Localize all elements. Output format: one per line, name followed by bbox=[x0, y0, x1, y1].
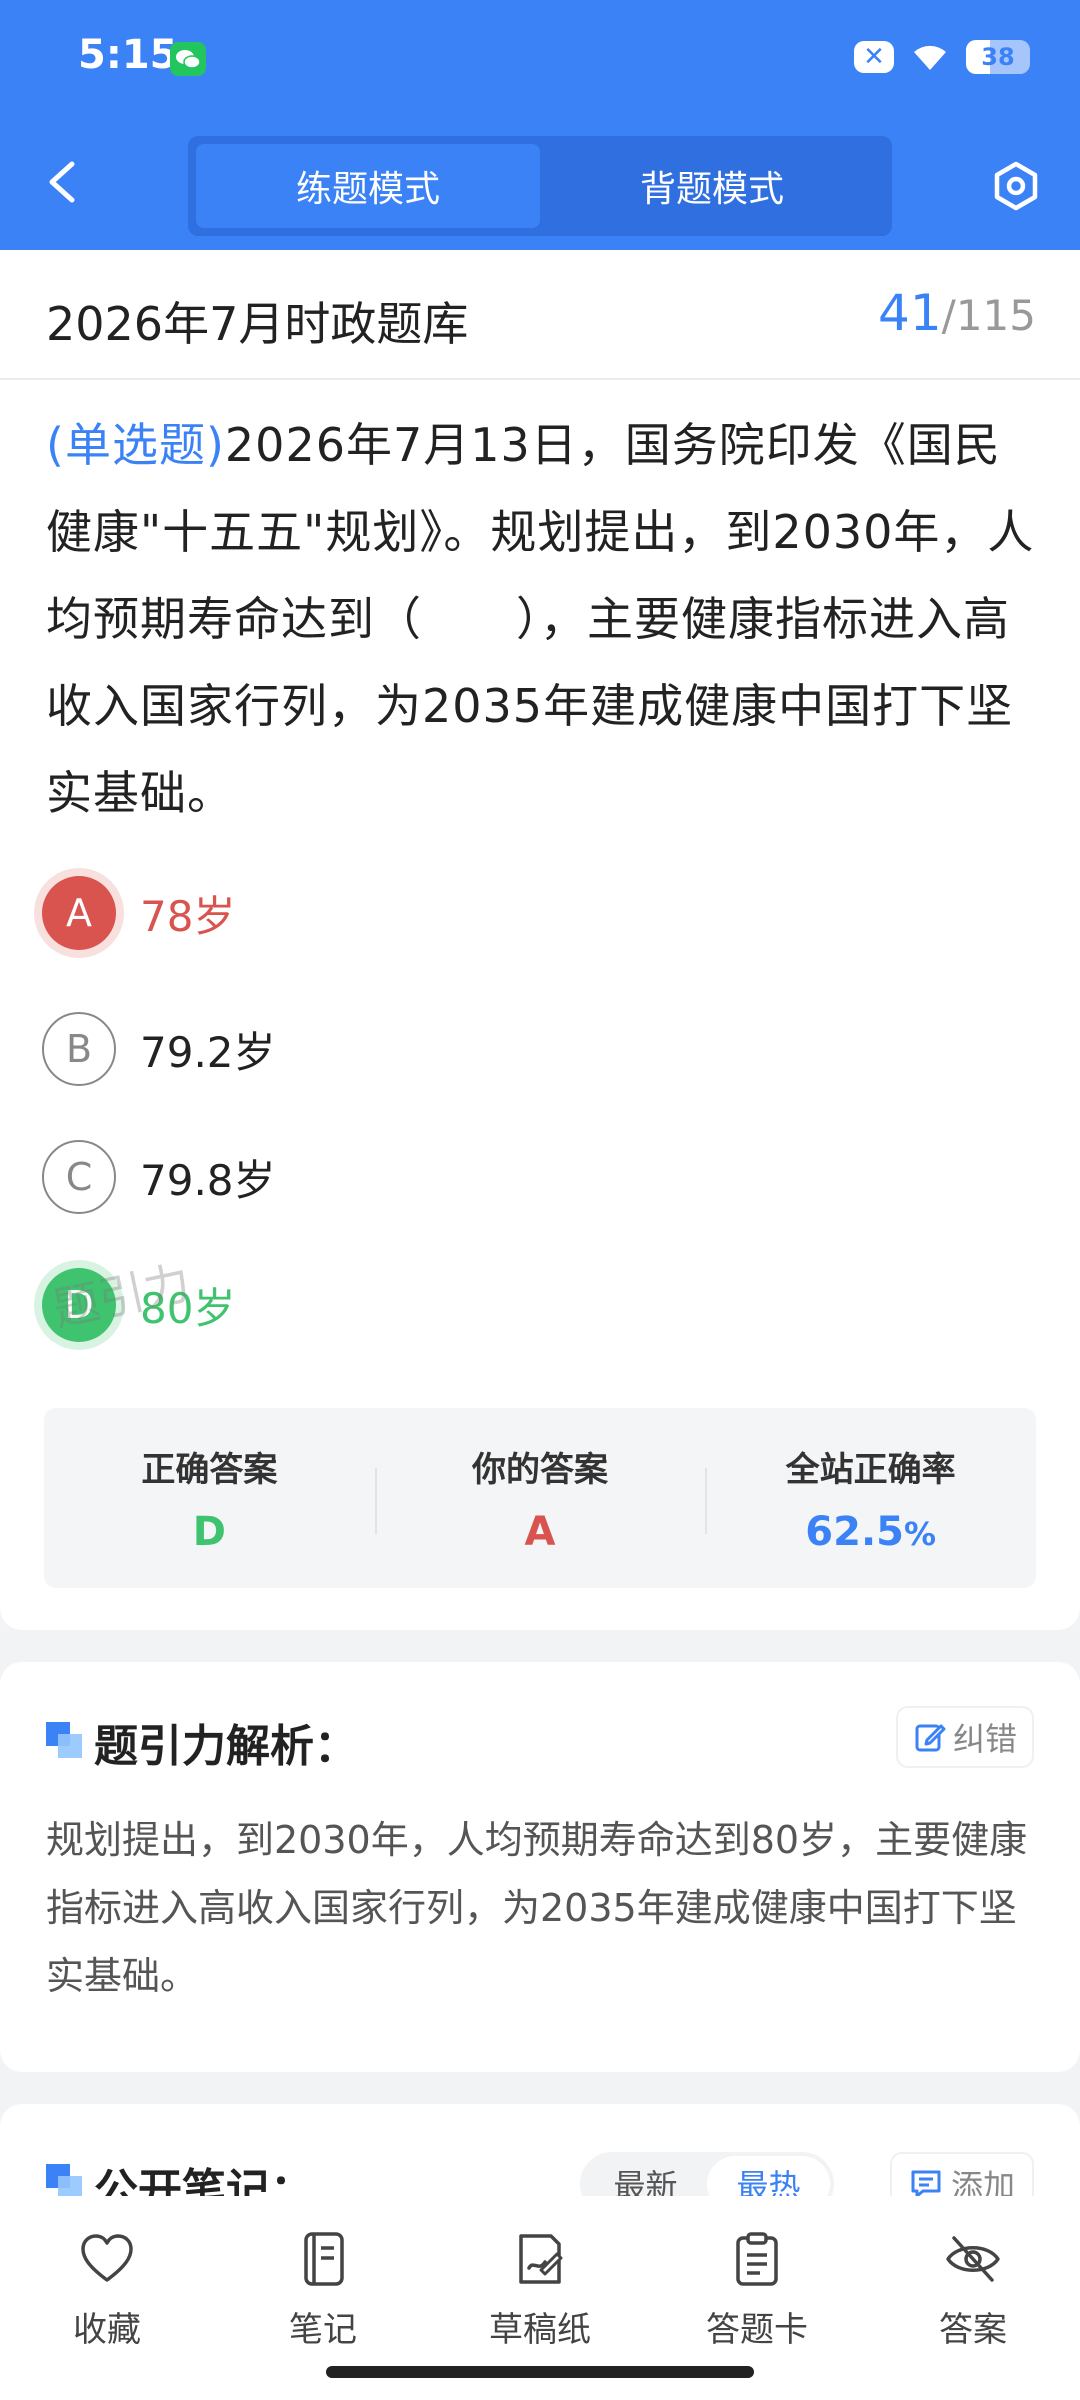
close-badge-icon: ✕ bbox=[854, 41, 894, 73]
question-text: (单选题)2026年7月13日，国务院印发《国民健康"十五五"规划》。规划提出，… bbox=[46, 402, 1036, 837]
total-questions: 115 bbox=[955, 291, 1036, 340]
accuracy-rate-value: 62.5% bbox=[805, 1509, 936, 1555]
mode-switch: 练题模式 背题模式 bbox=[188, 136, 892, 236]
your-answer: 你的答案 A bbox=[374, 1408, 706, 1588]
battery-icon: 38 bbox=[966, 40, 1030, 74]
nav-label: 收藏 bbox=[73, 2310, 141, 2350]
eye-off-icon bbox=[946, 2236, 1000, 2282]
analysis-text: 规划提出，到2030年，人均预期寿命达到80岁，主要健康指标进入高收入国家行列，… bbox=[46, 1818, 1028, 1998]
nav-answer[interactable]: 答案 bbox=[898, 2230, 1048, 2351]
accuracy-rate: 全站正确率 62.5% bbox=[705, 1408, 1036, 1588]
your-answer-value: A bbox=[524, 1508, 556, 1555]
nav-notes[interactable]: 笔记 bbox=[248, 2230, 398, 2351]
heart-icon bbox=[81, 2234, 133, 2282]
report-error-label: 纠错 bbox=[952, 1720, 1017, 1758]
progress-separator: / bbox=[941, 291, 956, 340]
correct-answer-label: 正确答案 bbox=[141, 1449, 278, 1490]
home-indicator[interactable] bbox=[326, 2366, 754, 2378]
option-letter: B bbox=[42, 1012, 116, 1086]
option-letter: C bbox=[42, 1140, 116, 1214]
current-question-number: 41 bbox=[878, 284, 942, 342]
correct-answer-value: D bbox=[192, 1508, 226, 1555]
chevron-left-icon bbox=[49, 161, 75, 203]
nav-label: 答题卡 bbox=[706, 2310, 808, 2350]
question-progress: 41/115 bbox=[878, 284, 1036, 342]
notebook-icon bbox=[304, 2232, 344, 2286]
draft-icon bbox=[519, 2234, 563, 2284]
app-header: 5:15 ✕ 38 练题模式 背题模式 bbox=[0, 0, 1080, 250]
option-c[interactable]: C 79.8岁 bbox=[42, 1140, 276, 1214]
wechat-icon bbox=[170, 42, 206, 76]
rate-number: 62.5 bbox=[805, 1508, 904, 1555]
back-button[interactable] bbox=[42, 158, 82, 206]
nav-label: 答案 bbox=[939, 2310, 1007, 2350]
correct-answer: 正确答案 D bbox=[44, 1408, 375, 1588]
option-b[interactable]: B 79.2岁 bbox=[42, 1012, 276, 1086]
report-error-button[interactable]: 纠错 bbox=[896, 1706, 1034, 1768]
status-time: 5:15 bbox=[78, 32, 178, 78]
divider bbox=[0, 378, 1080, 380]
accuracy-rate-label: 全站正确率 bbox=[785, 1449, 956, 1490]
rate-unit: % bbox=[904, 1514, 937, 1553]
answer-summary: 正确答案 D 你的答案 A 全站正确率 62.5% bbox=[44, 1408, 1036, 1588]
analysis-title: 题引力解析： bbox=[94, 1721, 358, 1772]
gear-icon bbox=[994, 161, 1038, 211]
option-a[interactable]: A 78岁 bbox=[42, 876, 235, 950]
edit-icon bbox=[915, 1724, 946, 1752]
nav-label: 草稿纸 bbox=[489, 2310, 591, 2350]
battery-level: 38 bbox=[981, 43, 1015, 71]
status-icons: ✕ 38 bbox=[854, 38, 1030, 76]
option-text: 79.8岁 bbox=[140, 1155, 276, 1205]
nav-favorite[interactable]: 收藏 bbox=[32, 2230, 182, 2351]
section-icon bbox=[46, 2164, 82, 2200]
nav-answer-sheet[interactable]: 答题卡 bbox=[682, 2230, 832, 2351]
question-body: 2026年7月13日，国务院印发《国民健康"十五五"规划》。规划提出，到2030… bbox=[46, 418, 1035, 820]
nav-draft[interactable]: 草稿纸 bbox=[465, 2230, 615, 2351]
clipboard-icon bbox=[736, 2232, 778, 2286]
question-type: (单选题) bbox=[46, 418, 225, 472]
option-letter: A bbox=[42, 876, 116, 950]
option-text: 79.2岁 bbox=[140, 1027, 276, 1077]
option-text: 78岁 bbox=[140, 891, 236, 941]
section-icon bbox=[46, 1722, 82, 1758]
analysis-card: 题引力解析： 纠错 规划提出，到2030年，人均预期寿命达到80岁，主要健康指标… bbox=[0, 1662, 1080, 2072]
tab-recite-mode[interactable]: 背题模式 bbox=[540, 144, 884, 228]
nav-label: 笔记 bbox=[289, 2310, 357, 2350]
your-answer-label: 你的答案 bbox=[472, 1449, 608, 1490]
wifi-icon bbox=[908, 38, 952, 76]
tab-practice-mode[interactable]: 练题模式 bbox=[196, 144, 540, 228]
question-bank-title: 2026年7月时政题库 bbox=[46, 297, 469, 351]
settings-button[interactable] bbox=[990, 160, 1042, 212]
